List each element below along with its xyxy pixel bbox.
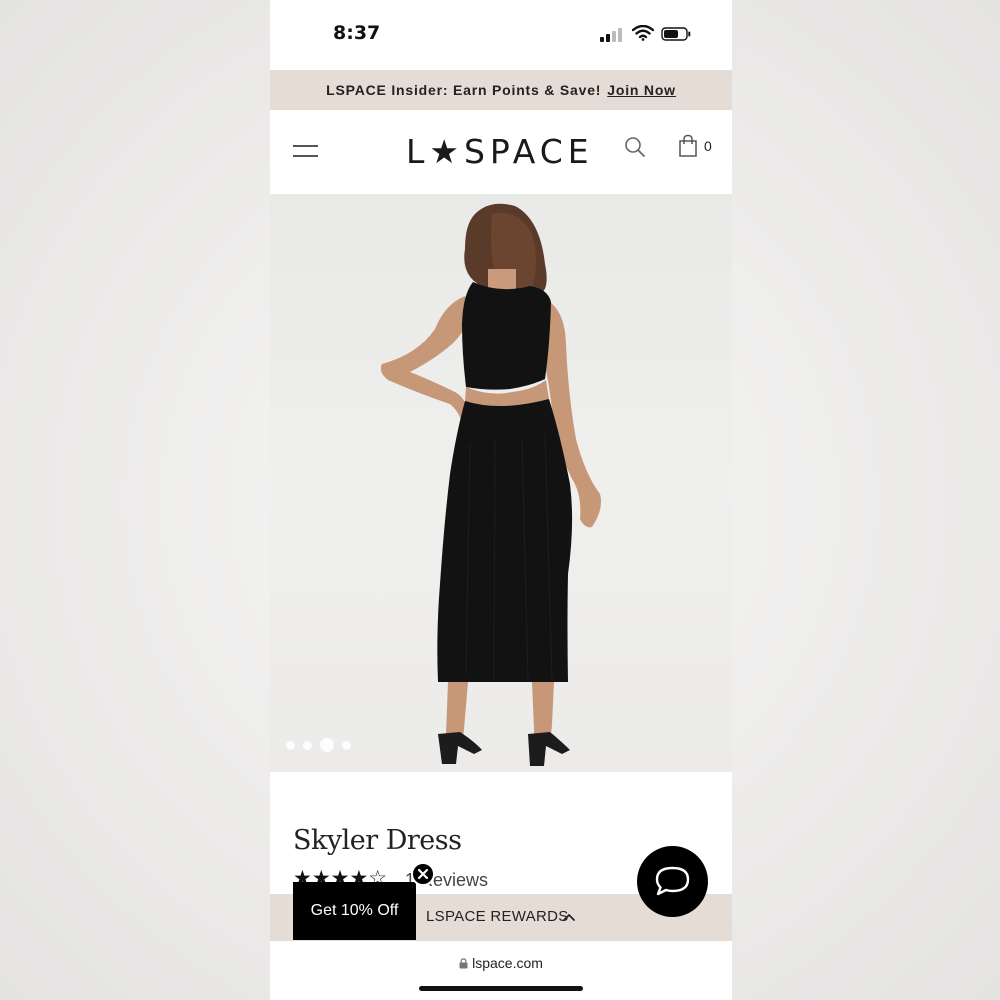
carousel-dot[interactable]: [342, 740, 351, 750]
carousel-dot[interactable]: [303, 740, 312, 750]
lock-icon: [459, 958, 468, 969]
cart-count: 0: [704, 138, 712, 154]
promo-text: LSPACE Insider: Earn Points & Save!: [326, 82, 602, 98]
cellular-signal-icon: [600, 28, 624, 42]
phone-screen: 8:37 LSPACE Insider: Earn Points & Save!…: [270, 0, 732, 1000]
carousel-dot-active[interactable]: [320, 738, 334, 752]
promo-banner: LSPACE Insider: Earn Points & Save! Join…: [270, 70, 732, 110]
status-bar: 8:37: [270, 0, 732, 70]
discount-offer-button[interactable]: Get 10% Off: [293, 882, 416, 940]
product-title: Skyler Dress: [293, 825, 462, 856]
search-icon[interactable]: [624, 136, 646, 158]
chat-button[interactable]: [637, 846, 708, 917]
product-image-carousel[interactable]: [270, 194, 732, 772]
url-display: lspace.com: [270, 955, 732, 971]
browser-url-bar[interactable]: lspace.com: [270, 941, 732, 1000]
url-text: lspace.com: [472, 955, 543, 971]
close-icon[interactable]: [411, 862, 435, 886]
wifi-icon: [632, 25, 654, 41]
product-photo: [380, 203, 601, 766]
status-time: 8:37: [333, 22, 381, 44]
hamburger-menu-icon[interactable]: [293, 145, 318, 159]
site-header: L★SPACE 0: [270, 110, 732, 194]
carousel-dot[interactable]: [286, 740, 295, 750]
chat-bubble-icon: [655, 866, 690, 896]
shopping-bag-icon[interactable]: [678, 134, 698, 158]
join-now-link[interactable]: Join Now: [607, 82, 676, 98]
battery-icon: [661, 27, 691, 41]
rewards-label: LSPACE REWARDS: [426, 908, 569, 925]
chevron-up-icon: [563, 913, 575, 921]
site-logo[interactable]: L★SPACE: [406, 132, 594, 171]
carousel-dots: [286, 738, 351, 752]
home-indicator[interactable]: [419, 986, 583, 991]
